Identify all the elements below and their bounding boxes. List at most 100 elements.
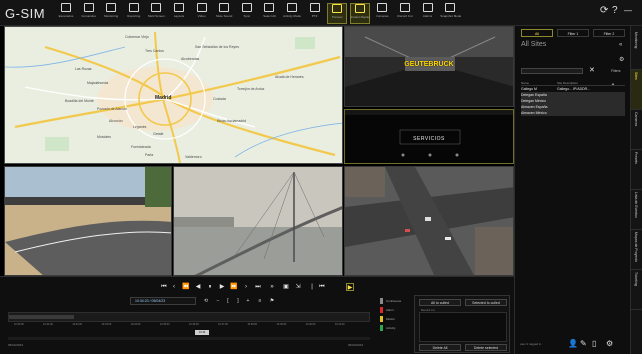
site-search-input[interactable] [521,68,583,74]
toolbar-right: ⟳ ? — [598,3,638,24]
skip-start-icon[interactable]: ⏮ [160,283,168,291]
toolbar-button-commands[interactable]: Comandos [79,3,99,24]
column-name[interactable]: Name [521,81,529,85]
zoom-out-icon[interactable]: − [214,297,222,305]
timeline-recorded-fill [9,315,74,319]
side-tab-0[interactable]: Monitoring [631,30,642,70]
toolbar-button-cameras[interactable]: Cameras [372,3,392,24]
toolbar-button-sync[interactable]: Sync [237,3,257,24]
play-icon[interactable]: ▶ [218,283,226,291]
toolbar-button-reporting[interactable]: Reporting [124,3,144,24]
site-row[interactable]: Almacen México [521,110,625,116]
rewind-icon[interactable]: ◀ [194,283,202,291]
toolbar-button-scenarios[interactable]: Escenarios [56,3,76,24]
toolbar-button-alarms[interactable]: Alarms [418,3,438,24]
minimize-icon[interactable]: — [624,6,632,15]
side-tab-3[interactable]: Presets [631,150,642,190]
map-tile[interactable]: Madrid Pozuelo de Alarcón Alcobendas San Se… [4,26,343,164]
toolbar-button-layouts[interactable]: Layouts [169,3,189,24]
toolbar-button-ptz[interactable]: PTZ [305,3,325,24]
help-icon[interactable]: ? [612,5,618,16]
side-tab-label: Ticketing [634,272,638,286]
toolbar-button-snapshot-mode[interactable]: Snapshot Mode [440,3,461,24]
cameras-icon [377,3,388,12]
status-bar: user 1 logged in 👤 ✎ ▯ ⚙ [514,334,630,354]
toolbar-button-monitoring[interactable]: Monitoring [101,3,121,24]
camera-tile-3[interactable] [4,166,172,276]
site-tab-2[interactable]: Filter 2 [593,29,625,37]
current-time-display[interactable]: 10:34:23 / 05/04/23 [130,297,196,305]
toolbar-button-select-all[interactable]: Select All [259,3,279,24]
collapse-panel-icon[interactable]: « [619,42,622,48]
bracket-right-icon[interactable]: ] [234,297,242,305]
site-rows: Gallego M Gallego... IP/ADDR... Delegan Es… [521,86,625,116]
map-place-label: Coslada [213,97,226,101]
toolbar-button-label: Preview [331,15,343,19]
list-icon[interactable]: ≡ [256,297,264,305]
settings-icon[interactable]: ⚙ [619,56,624,63]
camera-tile-1[interactable]: GEUTEBRUCK [344,26,514,107]
legend-swatch [380,316,383,322]
camera-tile-2[interactable]: SERVICIOS [344,109,514,164]
rewind-fast-icon[interactable]: ⏪ [182,283,190,291]
toolbar-button-record-cut[interactable]: Record Cut [395,3,415,24]
column-site-description[interactable]: Site Description [557,81,578,85]
legend-swatch [380,325,383,331]
side-tab-5[interactable]: Mapas de Proyecto [631,230,642,270]
options-icon[interactable]: ⟳ [600,5,608,16]
step-forward-icon[interactable]: › [242,283,250,291]
speed-icon[interactable]: » [268,283,276,291]
site-tab-1[interactable]: Filter 1 [557,29,589,37]
toolbar-button-mute-sound[interactable]: Mute Sound [214,3,234,24]
toolbar-button-preview[interactable]: Preview [327,3,348,24]
timeline-scrollbar[interactable] [8,337,370,340]
camera-4-scene [174,167,342,275]
export-icon[interactable]: ⇲ [294,283,302,291]
delete-all-button[interactable]: Delete All [419,344,461,351]
video-icon [196,3,207,12]
timeline-marker[interactable]: 10:34 [195,330,210,335]
toolbar-button-multi-screen[interactable]: Multi Screen [146,3,166,24]
culled-list[interactable] [419,312,507,342]
pause-icon[interactable]: ⏸ [206,283,214,291]
history-icon[interactable]: ⟲ [202,297,210,305]
step-back-icon[interactable]: ‹ [170,283,178,291]
camera-tile-4[interactable] [173,166,343,276]
map-place-label: San Sebastián de los Reyes [195,45,239,49]
sync-playback-icon[interactable]: ⏮ [318,283,326,291]
site-tab-0[interactable]: All [521,29,553,37]
side-tab-6[interactable]: Ticketing [631,270,642,310]
all-to-culled-button[interactable]: All to culled [419,299,461,306]
pencil-icon[interactable]: ✎ [580,339,587,348]
selected-to-culled-button[interactable]: Selected to culled [465,299,507,306]
bracket-left-icon[interactable]: [ [224,297,232,305]
timeline[interactable] [8,312,370,322]
user-icon[interactable]: 👤 [568,339,578,348]
camera-3-scene [5,167,171,275]
live-button-icon[interactable]: ▶ [346,283,354,291]
delete-selected-button[interactable]: Delete selected [465,344,507,351]
side-tab-1[interactable]: Sites [631,70,642,110]
fast-forward-icon[interactable]: ⏩ [230,283,238,291]
document-icon[interactable]: ▯ [592,339,596,348]
zoom-in-icon[interactable]: + [244,297,252,305]
filters-button[interactable]: Filters [611,69,621,73]
toolbar-button-label: Escenarios [58,14,74,18]
toolbar-button-video[interactable]: Vídeo [192,3,212,24]
app-logo: G-SIM [5,6,46,21]
camera-icon[interactable]: ▣ [282,283,290,291]
clear-search-icon[interactable]: ✕ [589,66,595,74]
timeline-tick-label: 10:31:00 [43,323,53,326]
toolbar-button-label: Alarms [422,14,433,18]
toolbar-button-instant-replay[interactable]: Instant Replay [349,3,370,24]
skip-end-icon[interactable]: ⏭ [254,283,262,291]
side-tab-2[interactable]: Cameras [631,110,642,150]
settings-cog-icon[interactable]: ⚙ [606,339,613,348]
bookmark-icon[interactable]: ⚑ [268,297,276,305]
side-tab-4[interactable]: Lista de Eventos [631,190,642,230]
commands-icon [83,3,94,12]
top-toolbar: G-SIM Escenarios Comandos Monitoring Report… [0,0,642,26]
activity-mode-icon [287,3,297,12]
toolbar-button-activity-mode[interactable]: Activity Mode [282,3,302,24]
camera-tile-5[interactable] [344,166,514,276]
